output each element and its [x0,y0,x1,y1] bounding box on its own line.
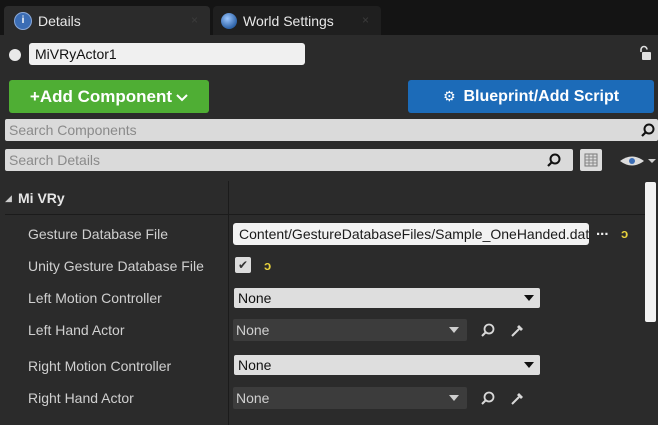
category-label: Mi VRy [18,190,65,206]
property-matrix-button[interactable] [580,149,602,171]
tab-bar: i Details × World Settings × [0,0,658,35]
right-motion-controller-label: Right Motion Controller [28,358,172,374]
browse-search-icon[interactable] [480,390,496,406]
tab-world-settings-label: World Settings [243,12,334,29]
lock-icon[interactable] [638,45,652,61]
search-icon[interactable] [641,123,655,137]
dropdown-arrow-icon [524,362,534,368]
dropdown-arrow-icon [449,327,459,333]
reset-to-default-icon[interactable]: ↄ [264,258,271,273]
dropdown-arrow-icon [524,295,534,301]
right-hand-actor-dropdown[interactable]: None [233,387,467,409]
dropdown-arrow-icon [449,395,459,401]
left-motion-controller-dropdown[interactable]: None [234,288,540,308]
eyedropper-pick-icon[interactable] [510,322,526,338]
search-details-box [5,149,573,171]
tab-world-close-icon[interactable]: × [362,13,369,27]
tab-world-settings[interactable]: World Settings × [213,6,381,35]
property-row-unity-gesture-db: Unity Gesture Database File [5,250,645,282]
search-components-input[interactable] [5,119,569,141]
grid-icon [584,153,598,167]
tab-details-close-icon[interactable]: × [191,13,198,27]
unity-gesture-db-checkbox[interactable]: ✔ [235,257,251,273]
category-mi-vry[interactable]: ◢ Mi VRy [5,181,645,215]
left-hand-actor-value: None [236,322,270,338]
browse-search-icon[interactable] [480,322,496,338]
actor-row: MiVRyActor1 [0,40,658,68]
right-hand-actor-value: None [236,390,270,406]
actor-icon [9,49,21,61]
add-component-label: +Add Component [29,86,173,106]
eyedropper-pick-icon[interactable] [510,390,526,406]
search-components-box [5,119,658,141]
chevron-down-icon [176,94,188,102]
gesture-db-file-input[interactable]: Content/GestureDatabaseFiles/Sample_OneH… [233,223,589,245]
reset-to-default-icon[interactable]: ↄ [621,226,628,241]
scrollbar[interactable] [645,182,656,322]
collapse-triangle-icon: ◢ [5,193,12,203]
tab-details[interactable]: i Details × [4,6,210,35]
gesture-db-file-label: Gesture Database File [28,226,169,242]
gears-icon: ⚙ [442,88,456,104]
search-details-input[interactable] [5,149,569,171]
blueprint-add-script-label: Blueprint/Add Script [463,87,620,105]
left-motion-controller-label: Left Motion Controller [28,290,162,306]
browse-file-button[interactable]: ... [596,222,609,239]
left-hand-actor-label: Left Hand Actor [28,322,125,338]
right-motion-controller-dropdown[interactable]: None [234,355,540,375]
unity-gesture-db-label: Unity Gesture Database File [28,258,204,274]
blueprint-add-script-button[interactable]: ⚙ Blueprint/Add Script [408,80,654,113]
details-info-icon: i [14,11,32,30]
tab-details-label: Details [38,12,81,29]
search-icon[interactable] [547,153,561,167]
actor-name-field[interactable]: MiVRyActor1 [29,43,305,65]
left-hand-actor-dropdown[interactable]: None [233,319,467,341]
right-hand-actor-label: Right Hand Actor [28,390,134,406]
add-component-button[interactable]: +Add Component [9,80,209,113]
left-motion-controller-value: None [238,290,272,306]
world-globe-icon [221,12,237,29]
eye-view-options-icon[interactable] [612,152,658,170]
right-motion-controller-value: None [238,357,272,373]
